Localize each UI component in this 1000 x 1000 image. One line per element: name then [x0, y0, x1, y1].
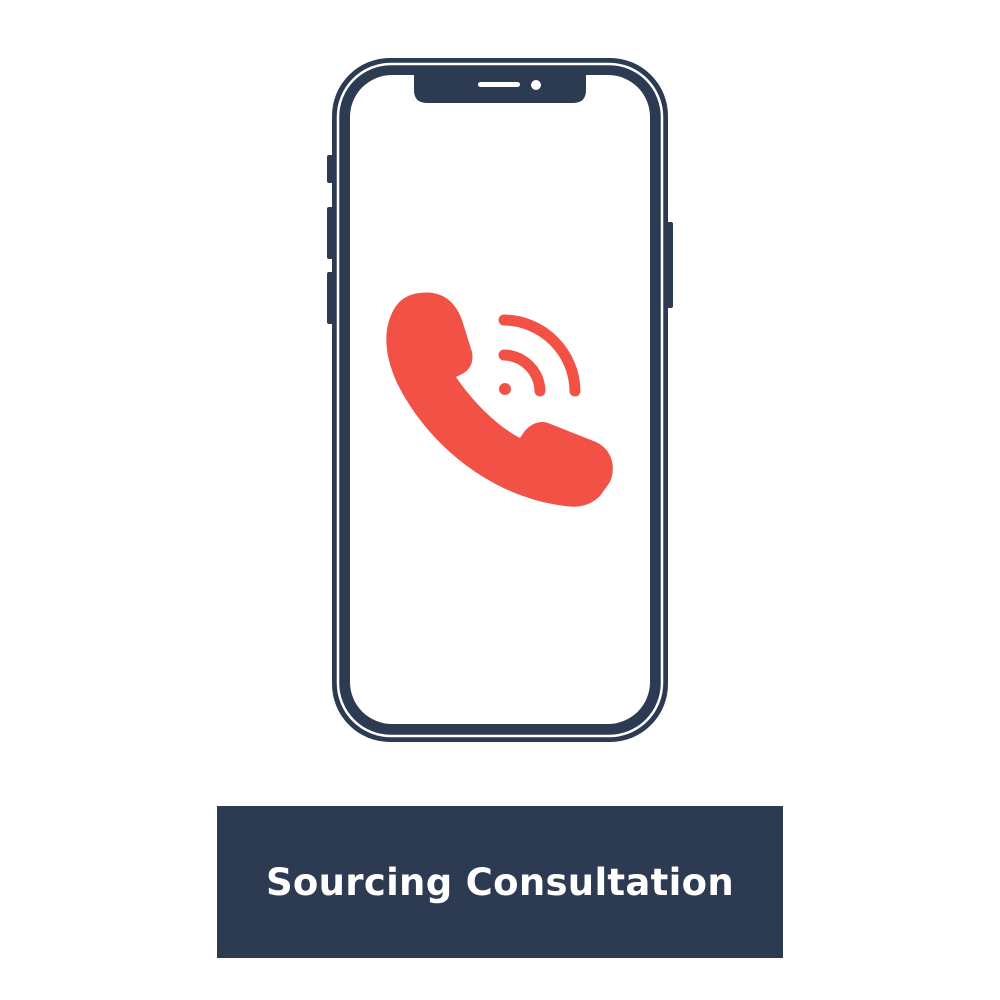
- phone-notch: [414, 75, 586, 103]
- title-banner: Sourcing Consultation: [217, 806, 783, 958]
- signal-dot: [499, 383, 511, 395]
- front-camera: [531, 80, 541, 90]
- phone-screen: [350, 75, 650, 724]
- banner-label: Sourcing Consultation: [265, 860, 735, 904]
- speaker-grille: [478, 82, 520, 87]
